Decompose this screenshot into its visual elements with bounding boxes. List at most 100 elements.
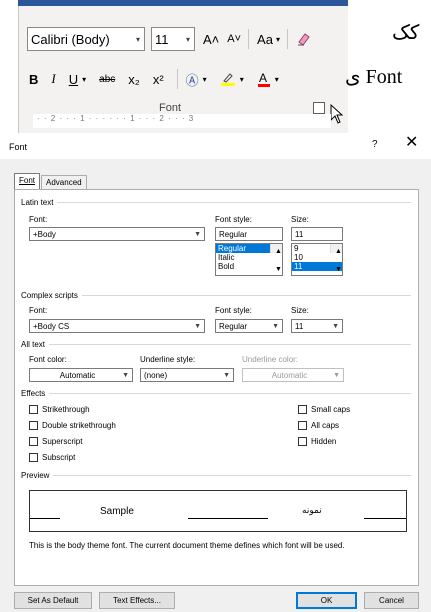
- chevron-down-icon[interactable]: ▾: [203, 75, 207, 84]
- text-effects-icon[interactable]: Ⓐ: [186, 70, 199, 89]
- scrollbar[interactable]: ▲ ▼: [270, 244, 282, 273]
- set-as-default-button[interactable]: Set As Default: [14, 592, 92, 609]
- checkbox-box[interactable]: [29, 437, 38, 446]
- checkbox-box[interactable]: [298, 421, 307, 430]
- chevron-down-icon[interactable]: ▼: [194, 231, 201, 238]
- tab-advanced[interactable]: Advanced: [41, 175, 87, 189]
- checkbox-label: All caps: [311, 421, 340, 430]
- close-icon[interactable]: ✕: [405, 135, 418, 151]
- hidden-checkbox[interactable]: Hidden: [298, 437, 336, 446]
- complex-size-label: Size:: [291, 306, 309, 315]
- checkbox-box[interactable]: [298, 437, 307, 446]
- latin-size-value: 11: [295, 229, 304, 239]
- document-text: کک: [392, 20, 420, 44]
- checkbox-label: Small caps: [311, 405, 351, 414]
- scrollbar[interactable]: ▲ ▼: [330, 244, 342, 273]
- complex-style-label: Font style:: [215, 306, 252, 315]
- tab-font[interactable]: Font: [14, 173, 41, 189]
- underline-color-select: Automatic ▼: [242, 368, 344, 382]
- strikethrough-button[interactable]: abc: [99, 74, 115, 85]
- clear-formatting-button[interactable]: [296, 27, 312, 51]
- font-color-icon: A: [257, 71, 270, 87]
- latin-font-input[interactable]: +Body ▼: [29, 227, 205, 241]
- preview-sample-arabic: نمونه: [302, 506, 322, 516]
- complex-section-header: Complex scripts: [21, 291, 411, 300]
- bold-button[interactable]: B: [29, 72, 38, 87]
- checkbox-label: Double strikethrough: [42, 421, 116, 430]
- latin-style-label: Font style:: [215, 215, 252, 224]
- checkbox-box[interactable]: [29, 453, 38, 462]
- latin-size-list[interactable]: 9 10 11 ▲ ▼: [291, 243, 343, 276]
- help-button[interactable]: ?: [372, 139, 378, 150]
- font-group-label: Font: [159, 102, 182, 114]
- chevron-down-icon[interactable]: ▾: [240, 75, 244, 84]
- chevron-down-icon[interactable]: ▾: [276, 27, 280, 51]
- chevron-down-icon: ▼: [333, 371, 340, 379]
- preview-description: This is the body theme font. The current…: [29, 541, 345, 550]
- highlighter-icon: [220, 73, 235, 86]
- chevron-down-icon[interactable]: ▾: [186, 35, 194, 44]
- latin-style-value: Regular: [219, 229, 248, 239]
- highlight-color-button[interactable]: [220, 71, 236, 87]
- superscript-button[interactable]: x²: [153, 72, 164, 87]
- tab-label: Advanced: [46, 178, 82, 187]
- cancel-button[interactable]: Cancel: [364, 592, 419, 609]
- complex-size-value: 11: [295, 321, 304, 331]
- latin-size-input[interactable]: 11: [291, 227, 343, 241]
- latin-size-label: Size:: [291, 215, 309, 224]
- chevron-down-icon[interactable]: ▼: [194, 323, 201, 330]
- underline-style-select[interactable]: (none) ▼: [140, 368, 234, 382]
- chevron-down-icon[interactable]: ▾: [275, 75, 279, 84]
- font-tab-panel: Latin text Font: +Body ▼ Font style: Reg…: [14, 189, 419, 586]
- underline-color-label: Underline color:: [242, 355, 299, 364]
- subscript-checkbox[interactable]: Subscript: [29, 453, 75, 462]
- ok-button[interactable]: OK: [296, 592, 357, 609]
- all-caps-checkbox[interactable]: All caps: [298, 421, 339, 430]
- divider: [176, 69, 178, 89]
- italic-button[interactable]: I: [51, 71, 55, 87]
- preview-baseline: [30, 518, 60, 519]
- chevron-down-icon[interactable]: ▼: [272, 323, 279, 330]
- superscript-checkbox[interactable]: Superscript: [29, 437, 82, 446]
- preview-baseline: [188, 518, 268, 519]
- chevron-down-icon[interactable]: ▼: [223, 372, 230, 379]
- font-color-value: Automatic: [59, 370, 96, 380]
- preview-section-header: Preview: [21, 471, 411, 480]
- font-size-box[interactable]: 11 ▾: [151, 27, 195, 51]
- latin-font-value: +Body: [33, 229, 56, 239]
- font-color-select[interactable]: Automatic ▼: [29, 368, 133, 382]
- preview-sample-latin: Sample: [100, 506, 134, 517]
- chevron-down-icon[interactable]: ▼: [122, 372, 129, 379]
- latin-style-input[interactable]: Regular: [215, 227, 283, 241]
- underline-button[interactable]: U: [69, 72, 78, 87]
- checkbox-box[interactable]: [29, 421, 38, 430]
- subscript-button[interactable]: x₂: [128, 72, 140, 87]
- text-effects-button[interactable]: Text Effects...: [99, 592, 175, 609]
- checkbox-box[interactable]: [298, 405, 307, 414]
- complex-size-input[interactable]: 11 ▼: [291, 319, 343, 333]
- double-strikethrough-checkbox[interactable]: Double strikethrough: [29, 421, 116, 430]
- strikethrough-checkbox[interactable]: Strikethrough: [29, 405, 90, 414]
- font-dialog: Font ? ✕ Font Advanced Latin text Font: …: [0, 133, 431, 612]
- small-caps-checkbox[interactable]: Small caps: [298, 405, 350, 414]
- font-name-box[interactable]: Calibri (Body) ▾: [27, 27, 145, 51]
- horizontal-ruler[interactable]: · · 2 · · · 1 · · · · · · 1 · · · 2 · · …: [33, 114, 331, 128]
- shrink-font-button[interactable]: A˅: [227, 27, 241, 51]
- checkbox-label: Superscript: [42, 437, 83, 446]
- latin-font-label: Font:: [29, 215, 48, 224]
- chevron-down-icon[interactable]: ▾: [136, 35, 144, 44]
- svg-text:A: A: [259, 71, 267, 85]
- dialog-launcher-icon[interactable]: [313, 102, 325, 114]
- change-case-button[interactable]: Aa: [257, 27, 273, 51]
- complex-style-input[interactable]: Regular ▼: [215, 319, 283, 333]
- mouse-pointer-icon: [330, 103, 344, 126]
- grow-font-button[interactable]: A˄: [203, 27, 219, 51]
- checkbox-label: Subscript: [42, 453, 76, 462]
- chevron-down-icon[interactable]: ▾: [82, 75, 86, 84]
- complex-font-input[interactable]: +Body CS ▼: [29, 319, 205, 333]
- checkbox-box[interactable]: [29, 405, 38, 414]
- latin-style-list[interactable]: Regular Italic Bold ▲ ▼: [215, 243, 283, 276]
- eraser-icon: [297, 33, 310, 46]
- chevron-down-icon[interactable]: ▼: [332, 323, 339, 330]
- font-color-button[interactable]: A: [257, 71, 271, 87]
